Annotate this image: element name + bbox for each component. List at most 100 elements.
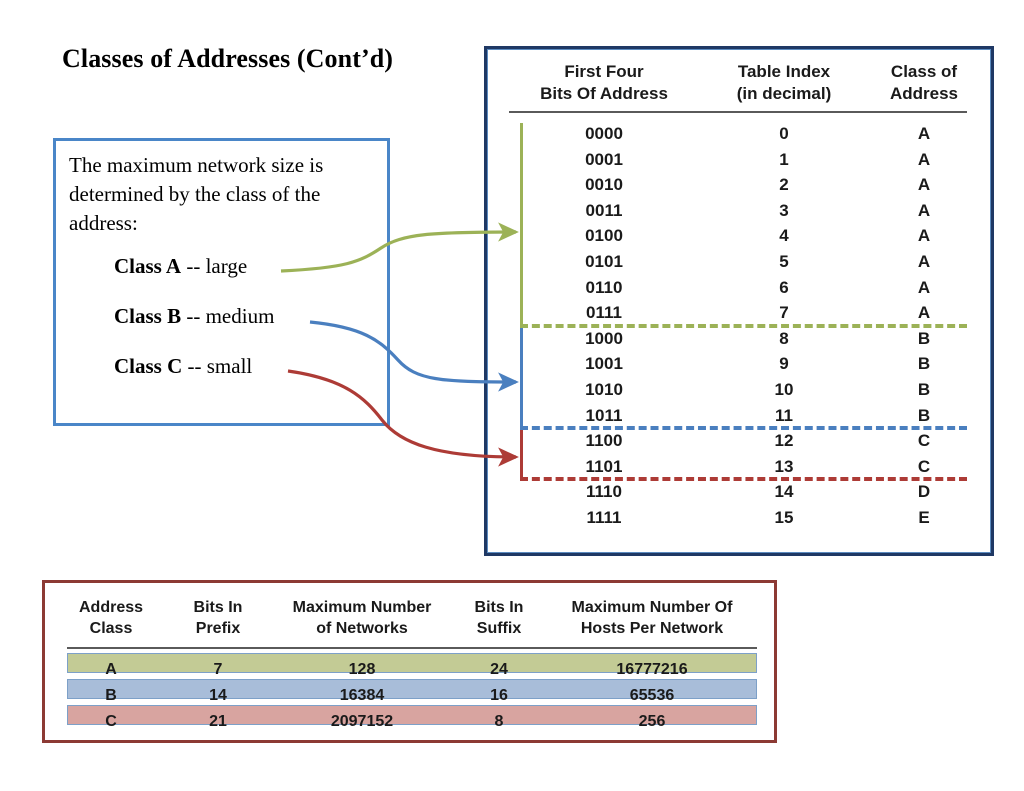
cell-table-index: 4 xyxy=(779,226,789,246)
column-header-line-1: Address xyxy=(78,599,144,616)
cell-max-hosts: 65536 xyxy=(629,687,675,704)
cell-first-four-bits: 1010 xyxy=(585,380,623,399)
page-title: Classes of Addresses (Cont’d) xyxy=(62,44,394,73)
summary-header-divider-rule xyxy=(67,647,757,649)
cell-table-index: 0 xyxy=(779,124,789,143)
summary-column-header-max-networks: Maximum Number of Networks xyxy=(267,597,457,639)
column-header-line-2: of Networks xyxy=(316,620,408,637)
cell-table-index: 6 xyxy=(779,277,789,297)
cell-class-of-address: A xyxy=(917,200,931,220)
column-header-class-of-address: Class of Address xyxy=(869,61,979,105)
column-header-line-1: Maximum Number Of xyxy=(571,599,733,616)
summary-table-row: A 7 128 24 16777216 xyxy=(45,659,774,681)
cell-class-of-address: A xyxy=(917,149,931,169)
cell-table-index: 3 xyxy=(779,200,789,220)
class-a-description: -- large xyxy=(181,254,248,278)
table-row: 0010 2 A xyxy=(487,172,991,197)
table-row: 0001 1 A xyxy=(487,147,991,172)
table-row: 0011 3 A xyxy=(487,198,991,223)
cell-address-class: B xyxy=(105,687,117,704)
cell-first-four-bits: 1011 xyxy=(585,405,623,425)
cell-first-four-bits: 1000 xyxy=(585,328,623,348)
class-c-label: Class C xyxy=(114,354,183,378)
cell-table-index: 15 xyxy=(774,508,794,527)
column-header-first-four-bits: First Four Bits Of Address xyxy=(509,61,699,105)
column-header-line-2: Suffix xyxy=(476,620,522,637)
summary-column-header-bits-in-suffix: Bits In Suffix xyxy=(445,597,553,639)
cell-address-class: A xyxy=(105,661,117,678)
column-header-line-2: Prefix xyxy=(195,620,241,637)
cell-class-of-address: D xyxy=(917,482,931,502)
table-row: 1110 14 D xyxy=(487,479,991,504)
class-c-description: -- small xyxy=(182,354,253,378)
class-summary-table: Address Class Bits In Prefix Maximum Num… xyxy=(42,580,777,743)
table-row: 0111 7 A xyxy=(487,300,991,325)
cell-table-index: 9 xyxy=(779,354,789,374)
cell-bits-in-prefix: 14 xyxy=(209,687,227,704)
cell-bits-in-suffix: 24 xyxy=(490,661,508,678)
class-b-description: -- medium xyxy=(181,304,275,328)
summary-column-header-bits-in-prefix: Bits In Prefix xyxy=(163,597,273,639)
explanation-lead-text: The maximum network size is determined b… xyxy=(69,153,324,235)
cell-first-four-bits: 0101 xyxy=(585,252,623,271)
cell-class-of-address: A xyxy=(917,252,931,271)
cell-first-four-bits: 0000 xyxy=(585,124,623,143)
table-row: 1100 12 C xyxy=(487,428,991,453)
summary-table-row: B 14 16384 16 65536 xyxy=(45,685,774,707)
cell-bits-in-prefix: 7 xyxy=(213,661,223,678)
column-header-line-1: Maximum Number xyxy=(292,599,432,616)
column-header-line-2: (in decimal) xyxy=(736,84,832,103)
cell-class-of-address: B xyxy=(917,405,931,425)
column-header-line-1: First Four xyxy=(564,62,644,81)
cell-class-of-address: A xyxy=(917,277,931,297)
cell-class-of-address: A xyxy=(917,226,931,246)
cell-max-hosts: 16777216 xyxy=(616,661,688,678)
cell-table-index: 14 xyxy=(774,482,794,502)
cell-class-of-address: A xyxy=(917,303,931,323)
cell-first-four-bits: 0011 xyxy=(585,200,623,220)
column-header-line-2: Hosts Per Network xyxy=(580,620,724,637)
cell-class-of-address: B xyxy=(917,354,931,374)
cell-first-four-bits: 1101 xyxy=(585,456,623,476)
column-header-table-index: Table Index (in decimal) xyxy=(704,61,864,105)
class-a-line: Class A -- large xyxy=(114,254,247,279)
table-row: 0000 0 A xyxy=(487,121,991,146)
cell-first-four-bits: 0001 xyxy=(585,149,623,169)
cell-first-four-bits: 0111 xyxy=(586,303,622,323)
address-bits-table: First Four Bits Of Address Table Index (… xyxy=(484,46,994,556)
class-b-line: Class B -- medium xyxy=(114,304,274,329)
table-row: 1101 13 C xyxy=(487,454,991,479)
table-row: 0110 6 A xyxy=(487,275,991,300)
cell-bits-in-prefix: 21 xyxy=(209,713,227,730)
header-divider-rule xyxy=(509,111,967,113)
column-header-line-2: Address xyxy=(889,84,959,103)
table-row: 0100 4 A xyxy=(487,223,991,248)
cell-class-of-address: C xyxy=(917,431,931,451)
table-row: 1010 10 B xyxy=(487,377,991,402)
cell-table-index: 5 xyxy=(779,252,789,271)
column-header-line-1: Bits In xyxy=(474,599,524,616)
table-row: 1000 8 B xyxy=(487,326,991,351)
table-row: 1011 11 B xyxy=(487,403,991,428)
cell-table-index: 1 xyxy=(779,149,789,169)
cell-first-four-bits: 0110 xyxy=(585,277,623,297)
cell-max-hosts: 256 xyxy=(638,713,666,730)
class-c-line: Class C -- small xyxy=(114,354,252,379)
cell-first-four-bits: 1110 xyxy=(586,482,622,502)
cell-table-index: 10 xyxy=(774,380,794,399)
explanation-textbox: The maximum network size is determined b… xyxy=(53,138,390,426)
cell-class-of-address: B xyxy=(917,328,931,348)
table-row: 1111 15 E xyxy=(487,505,991,530)
cell-first-four-bits: 0100 xyxy=(585,226,623,246)
cell-table-index: 13 xyxy=(774,456,794,476)
class-b-label: Class B xyxy=(114,304,182,328)
cell-max-networks: 16384 xyxy=(339,687,385,704)
cell-table-index: 11 xyxy=(775,405,793,425)
table-row: 1001 9 B xyxy=(487,351,991,376)
summary-column-header-address-class: Address Class xyxy=(51,597,171,639)
cell-table-index: 8 xyxy=(779,328,789,348)
column-header-line-1: Class of xyxy=(890,62,958,81)
cell-max-networks: 128 xyxy=(348,661,376,678)
column-header-line-2: Class xyxy=(89,620,133,637)
cell-table-index: 2 xyxy=(779,175,789,195)
